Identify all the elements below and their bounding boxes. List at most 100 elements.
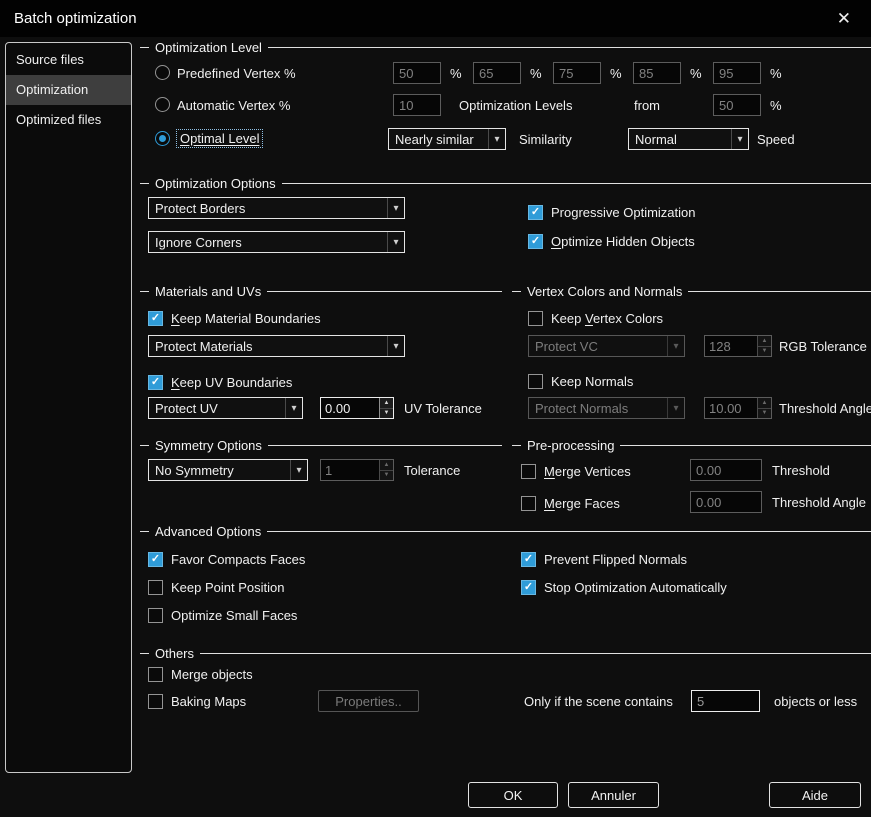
similarity-value: Nearly similar [395, 131, 474, 147]
symmetry-tolerance-label: Tolerance [404, 463, 461, 478]
merge-objects-checkbox[interactable]: ✓ Merge objects [148, 666, 253, 682]
scene-contains-label: Only if the scene contains [524, 694, 673, 709]
symmetry-tolerance-spinner: ▲▼ [320, 459, 394, 481]
spin-down-icon: ▼ [758, 408, 771, 418]
objects-or-less-label: objects or less [774, 694, 858, 709]
group-symmetry-options: Symmetry Options [140, 437, 502, 453]
symmetry-dropdown[interactable]: No Symmetry ▾ [148, 459, 308, 481]
ignore-corners-dropdown[interactable]: Ignore Corners ▾ [148, 231, 405, 253]
chevron-down-icon: ▾ [285, 398, 302, 418]
batch-optimization-dialog: Batch optimization ✕ Source files Optimi… [0, 0, 871, 817]
speed-dropdown[interactable]: Normal ▾ [628, 128, 749, 150]
from-label: from [634, 98, 660, 113]
percent-label: % [610, 66, 622, 81]
uv-tolerance-input[interactable] [321, 398, 379, 418]
group-title: Symmetry Options [155, 437, 262, 453]
protect-borders-dropdown[interactable]: Protect Borders ▾ [148, 197, 405, 219]
uv-tolerance-spinner: ▲▼ [320, 397, 394, 419]
group-title: Vertex Colors and Normals [527, 283, 683, 299]
spin-down-icon: ▼ [380, 470, 393, 480]
group-vertex-colors-normals: Vertex Colors and Normals [512, 283, 871, 299]
predefined-value-2-input [473, 62, 521, 84]
keep-vertex-colors-checkbox[interactable]: ✓ Keep Vertex Colors [528, 310, 663, 326]
keep-point-position-checkbox[interactable]: ✓ Keep Point Position [148, 579, 284, 595]
chevron-down-icon: ▾ [290, 460, 307, 480]
close-icon[interactable]: ✕ [831, 9, 857, 29]
predefined-value-3-input [553, 62, 601, 84]
protect-vc-dropdown: Protect VC ▾ [528, 335, 685, 357]
optimization-levels-label: Optimization Levels [459, 98, 573, 113]
chevron-down-icon: ▾ [387, 336, 404, 356]
cancel-button[interactable]: Annuler [568, 782, 659, 808]
percent-label: % [690, 66, 702, 81]
group-title: Optimization Level [155, 39, 262, 55]
keep-normals-checkbox[interactable]: ✓ Keep Normals [528, 373, 633, 389]
optimal-level-radio[interactable] [155, 131, 170, 146]
check-icon: ✓ [523, 552, 534, 565]
spin-down-icon[interactable]: ▼ [380, 408, 393, 418]
prevent-flipped-normals-checkbox[interactable]: ✓ Prevent Flipped Normals [521, 551, 687, 567]
percent-label: % [530, 66, 542, 81]
threshold-angle-spinner: ▲▼ [704, 397, 772, 419]
check-icon: ✓ [150, 375, 161, 388]
symmetry-value: No Symmetry [155, 462, 234, 478]
scene-contains-input[interactable] [691, 690, 760, 712]
automatic-vertex-label: Automatic Vertex % [177, 98, 291, 113]
spin-up-icon[interactable]: ▲ [380, 398, 393, 409]
protect-borders-value: Protect Borders [155, 200, 246, 216]
percent-label: % [770, 66, 782, 81]
baking-maps-checkbox[interactable]: ✓ Baking Maps [148, 693, 246, 709]
predefined-value-4-input [633, 62, 681, 84]
group-title: Materials and UVs [155, 283, 262, 299]
sidebar-item-optimized-files[interactable]: Optimized files [6, 105, 131, 135]
automatic-vertex-radio[interactable] [155, 97, 170, 112]
group-advanced-options: Advanced Options [140, 524, 871, 539]
protect-vc-value: Protect VC [535, 338, 598, 354]
group-title: Pre-processing [527, 437, 615, 453]
optimize-small-faces-checkbox[interactable]: ✓ Optimize Small Faces [148, 607, 297, 623]
spin-down-icon: ▼ [758, 346, 771, 356]
spin-up-icon: ▲ [758, 336, 771, 347]
stop-optimization-automatically-checkbox[interactable]: ✓ Stop Optimization Automatically [521, 579, 727, 595]
progressive-optimization-checkbox[interactable]: ✓ Progressive Optimization [528, 204, 696, 220]
group-materials-uvs: Materials and UVs [140, 283, 502, 299]
keep-material-boundaries-checkbox[interactable]: ✓ Keep Material Boundaries [148, 310, 321, 326]
check-icon: ✓ [150, 552, 161, 565]
protect-uv-value: Protect UV [155, 400, 218, 416]
group-title: Optimization Options [155, 175, 276, 191]
threshold-angle-label: Threshold Angle [779, 401, 871, 416]
percent-label: % [770, 98, 782, 113]
optimal-level-label[interactable]: Optimal Level [175, 129, 264, 148]
spin-up-icon: ▲ [380, 460, 393, 471]
sidebar-item-source-files[interactable]: Source files [6, 45, 131, 75]
group-optimization-level: Optimization Level [140, 39, 871, 55]
from-percent-input [713, 94, 761, 116]
merge-vertices-checkbox[interactable]: ✓ Merge Vertices [521, 463, 631, 479]
window-title: Batch optimization [14, 10, 137, 27]
rgb-tolerance-label: RGB Tolerance [779, 339, 867, 354]
merge-faces-checkbox[interactable]: ✓ Merge Faces [521, 495, 620, 511]
keep-uv-boundaries-checkbox[interactable]: ✓ Keep UV Boundaries [148, 374, 292, 390]
protect-materials-dropdown[interactable]: Protect Materials ▾ [148, 335, 405, 357]
predefined-value-1-input [393, 62, 441, 84]
threshold-angle-input [705, 398, 757, 418]
similarity-dropdown[interactable]: Nearly similar ▾ [388, 128, 506, 150]
protect-normals-value: Protect Normals [535, 400, 629, 416]
sidebar: Source files Optimization Optimized file… [5, 42, 132, 773]
sidebar-item-optimization[interactable]: Optimization [6, 75, 131, 105]
group-pre-processing: Pre-processing [512, 437, 871, 453]
protect-uv-dropdown[interactable]: Protect UV ▾ [148, 397, 303, 419]
chevron-down-icon: ▾ [387, 198, 404, 218]
predefined-vertex-radio[interactable] [155, 65, 170, 80]
protect-materials-value: Protect Materials [155, 338, 253, 354]
help-button[interactable]: Aide [769, 782, 861, 808]
merge-faces-threshold-input [690, 491, 762, 513]
optimize-hidden-objects-checkbox[interactable]: ✓ Optimize Hidden Objects [528, 233, 695, 249]
properties-button: Properties.. [318, 690, 419, 712]
uv-tolerance-label: UV Tolerance [404, 401, 482, 416]
group-title: Others [155, 645, 195, 661]
ok-button[interactable]: OK [468, 782, 558, 808]
favor-compacts-faces-checkbox[interactable]: ✓ Favor Compacts Faces [148, 551, 305, 567]
check-icon: ✓ [523, 580, 534, 593]
check-icon: ✓ [150, 311, 161, 324]
